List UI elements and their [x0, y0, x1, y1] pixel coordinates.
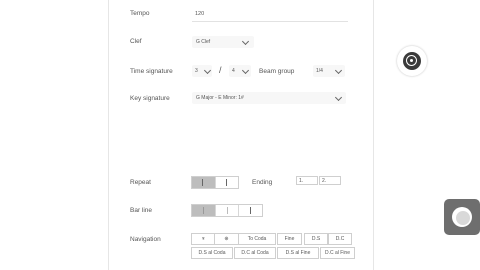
chevron-down-icon	[334, 93, 343, 102]
repeat-label: Repeat	[130, 179, 151, 186]
ending-second-field[interactable]: 2.	[319, 176, 341, 185]
dc-button[interactable]: D.C	[328, 233, 352, 245]
bar-line-single-option[interactable]	[192, 205, 216, 216]
ds-al-fine-button[interactable]: D.S al Fine	[277, 247, 319, 259]
time-signature-separator: /	[219, 65, 222, 75]
ds-al-coda-button[interactable]: D.S al Coda	[191, 247, 233, 259]
beam-group-value: 1/4	[316, 68, 323, 74]
record-inner-circle	[455, 210, 471, 226]
beam-group-select[interactable]: 1/4	[313, 65, 345, 77]
ending-label: Ending	[252, 179, 273, 186]
repeat-end-icon	[225, 179, 227, 186]
key-signature-label: Key signature	[130, 95, 170, 102]
dc-al-coda-button[interactable]: D.C al Coda	[234, 247, 276, 259]
bar-line-label: Bar line	[130, 207, 153, 214]
navigation-label: Navigation	[130, 236, 161, 243]
beam-group-label: Beam group	[259, 68, 295, 75]
numerator-value: 3	[195, 68, 198, 74]
time-signature-numerator-select[interactable]: 3	[192, 65, 212, 77]
single-bar-icon	[203, 207, 204, 214]
chevron-down-icon	[334, 66, 343, 75]
key-signature-value: G Major - E Minor: 1#	[196, 95, 244, 101]
to-coda-button[interactable]: To Coda	[238, 233, 276, 245]
repeat-end-option[interactable]	[216, 177, 239, 188]
bar-line-toggle-group[interactable]	[191, 204, 263, 217]
tempo-underline	[192, 21, 348, 22]
repeat-start-option[interactable]	[192, 177, 216, 188]
denominator-value: 4	[232, 68, 235, 74]
clef-label: Clef	[130, 38, 142, 45]
ds-button[interactable]: D.S	[304, 233, 328, 245]
time-signature-denominator-select[interactable]: 4	[229, 65, 251, 77]
double-bar-icon	[226, 207, 228, 214]
chevron-down-icon	[241, 66, 250, 75]
target-ring	[406, 55, 417, 66]
record-target-icon	[403, 52, 421, 70]
clef-value: G Clef	[196, 39, 211, 45]
bar-line-double-option[interactable]	[216, 205, 240, 216]
coda-button[interactable]: ⊕	[214, 233, 239, 245]
floating-record-target-button[interactable]	[397, 46, 427, 76]
repeat-start-icon	[202, 179, 203, 186]
chevron-down-icon	[241, 37, 250, 46]
record-button[interactable]	[444, 199, 480, 235]
time-signature-label: Time signature	[130, 68, 173, 75]
final-bar-icon	[250, 207, 252, 214]
ending-first-field[interactable]: 1.	[296, 176, 318, 185]
dc-al-fine-button[interactable]: D.C al Fine	[320, 247, 355, 259]
segno-button[interactable]: 𝄋	[191, 233, 216, 245]
chevron-down-icon	[203, 66, 212, 75]
bar-line-final-option[interactable]	[239, 205, 262, 216]
tempo-input[interactable]: 120	[195, 11, 204, 17]
tempo-label: Tempo	[130, 10, 150, 17]
target-dot	[410, 59, 413, 62]
key-signature-select[interactable]: G Major - E Minor: 1#	[192, 92, 346, 104]
repeat-toggle-group[interactable]	[191, 176, 239, 189]
fine-button[interactable]: Fine	[277, 233, 302, 245]
clef-select[interactable]: G Clef	[192, 36, 254, 48]
